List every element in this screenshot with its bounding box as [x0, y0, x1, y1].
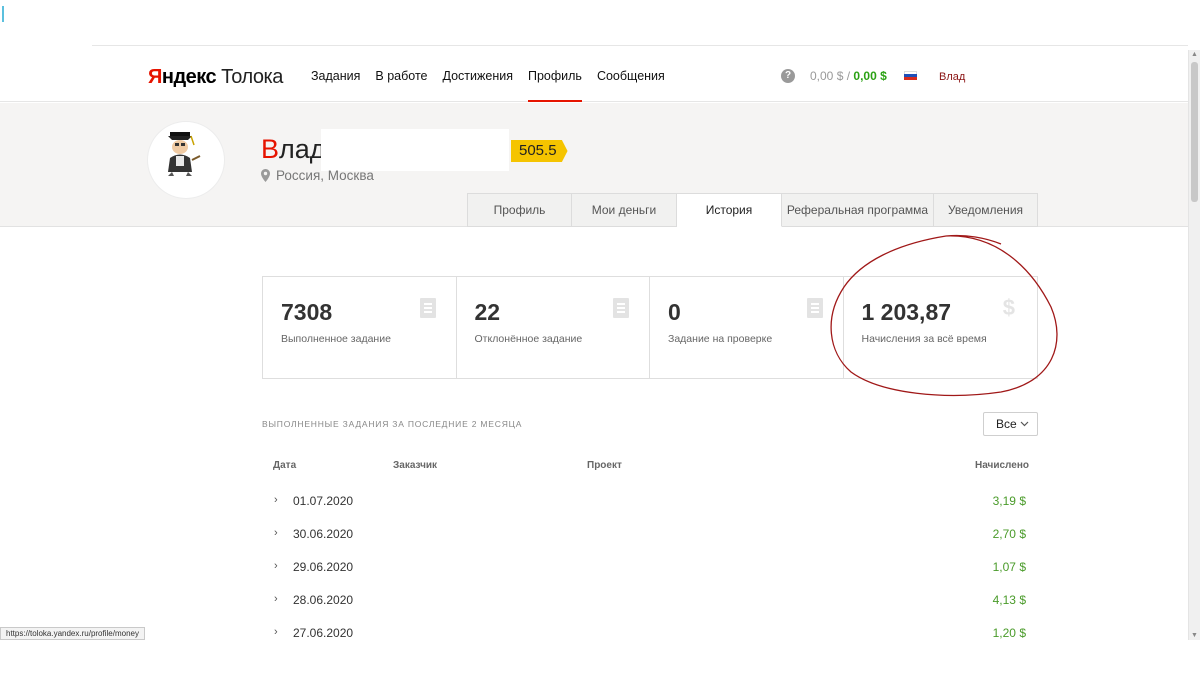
yandex-toloka-logo[interactable]: Яндекс Толока	[148, 66, 283, 89]
browser-top-area	[0, 0, 1200, 50]
column-header-earned: Начислено	[975, 460, 1029, 471]
stats-panel: 7308 Выполненное задание 22 Отклонённое …	[262, 276, 1038, 379]
row-amount: 1,20 $	[992, 626, 1026, 640]
scrollbar-thumb[interactable]	[1191, 62, 1198, 202]
main-nav: Задания В работе Достижения Профиль Сооб…	[311, 50, 680, 102]
row-amount: 1,07 $	[992, 560, 1026, 574]
nav-achievements[interactable]: Достижения	[443, 50, 513, 102]
chevron-right-icon[interactable]: ›	[274, 593, 278, 605]
balance-available: 0,00 $	[853, 69, 887, 83]
row-date: 29.06.2020	[293, 560, 354, 574]
logo-letter: Я	[148, 66, 162, 88]
redaction-box	[321, 129, 509, 171]
russia-flag-icon[interactable]	[904, 71, 917, 80]
stat-value: 22	[474, 299, 501, 325]
profile-name-initial: В	[261, 134, 280, 164]
row-amount: 3,19 $	[992, 494, 1026, 508]
stat-label: Задание на проверке	[668, 333, 773, 345]
stat-total-earnings: 1 203,87 Начисления за всё время $	[844, 277, 1038, 378]
row-date: 30.06.2020	[293, 527, 354, 541]
table-row[interactable]: › 29.06.2020 1,07 $	[262, 549, 1038, 582]
balance-hold: 0,00 $	[810, 69, 844, 83]
tab-my-money[interactable]: Мои деньги	[572, 193, 677, 227]
logo-product: Толока	[221, 66, 283, 88]
nav-profile[interactable]: Профиль	[527, 50, 582, 102]
document-icon	[613, 298, 629, 318]
scroll-up-arrow-icon[interactable]: ▲	[1191, 51, 1198, 58]
question-circle-icon[interactable]: ?	[781, 69, 795, 83]
page-scrollbar[interactable]: ▲ ▼	[1188, 50, 1200, 640]
filter-value: Все	[996, 417, 1017, 431]
tab-profile[interactable]: Профиль	[467, 193, 572, 227]
browser-bottom-area	[0, 640, 1200, 675]
chevron-right-icon[interactable]: ›	[274, 527, 278, 539]
row-date: 28.06.2020	[293, 593, 354, 607]
chevron-right-icon[interactable]: ›	[274, 626, 278, 638]
header-username[interactable]: Влад	[939, 71, 965, 83]
rating-badge: 505.5	[511, 140, 568, 162]
period-filter-select[interactable]: Все	[983, 412, 1038, 436]
tab-history[interactable]: История	[677, 193, 782, 227]
chevron-right-icon[interactable]: ›	[274, 494, 278, 506]
location-text: Россия, Москва	[276, 168, 374, 183]
row-amount: 2,70 $	[992, 527, 1026, 541]
stat-label: Начисления за всё время	[861, 333, 987, 345]
document-icon	[419, 298, 436, 318]
stat-label: Отклонённое задание	[474, 333, 583, 345]
row-date: 01.07.2020	[293, 494, 354, 508]
divider	[92, 45, 1188, 46]
profile-name-rest: лад	[279, 134, 326, 164]
scroll-down-arrow-icon[interactable]: ▼	[1191, 632, 1198, 639]
stat-value: 7308	[281, 299, 333, 325]
scholar-avatar-icon	[168, 132, 201, 176]
stat-on-review: 0 Задание на проверке	[650, 277, 844, 378]
balance-separator: /	[843, 69, 854, 83]
logo-brand: ндекс	[161, 66, 217, 88]
status-bar-url: https://toloka.yandex.ru/profile/money	[0, 627, 145, 640]
stat-label: Выполненное задание	[281, 333, 391, 345]
column-header-client: Заказчик	[393, 460, 438, 471]
table-row[interactable]: › 01.07.2020 3,19 $	[262, 483, 1038, 516]
location-pin-icon	[261, 169, 270, 182]
profile-name: Влад	[261, 134, 326, 165]
stat-completed: 7308 Выполненное задание	[263, 277, 457, 378]
row-amount: 4,13 $	[992, 593, 1026, 607]
table-row[interactable]: › 30.06.2020 2,70 $	[262, 516, 1038, 549]
nav-in-progress[interactable]: В работе	[375, 50, 427, 102]
nav-messages[interactable]: Сообщения	[597, 50, 665, 102]
column-header-project: Проект	[587, 460, 622, 471]
tab-notifications[interactable]: Уведомления	[934, 193, 1038, 227]
stat-value: 0	[668, 299, 681, 325]
stat-value: 1 203,87	[861, 299, 952, 325]
site-header: Яндекс Толока Задания В работе Достижения…	[0, 50, 1188, 102]
column-header-date: Дата	[273, 460, 297, 471]
chevron-right-icon[interactable]: ›	[274, 560, 278, 572]
history-section-title: ВЫПОЛНЕННЫЕ ЗАДАНИЯ ЗА ПОСЛЕДНИЕ 2 МЕСЯЦ…	[262, 419, 523, 429]
tab-referral-program[interactable]: Реферальная программа	[782, 193, 934, 227]
text-cursor	[2, 6, 4, 22]
balance[interactable]: 0,00 $ / 0,00 $	[810, 69, 887, 83]
dollar-icon: $	[1002, 295, 1015, 320]
stat-rejected: 22 Отклонённое задание	[457, 277, 650, 378]
profile-location: Россия, Москва	[261, 168, 374, 183]
table-row[interactable]: › 28.06.2020 4,13 $	[262, 582, 1038, 615]
nav-tasks[interactable]: Задания	[311, 50, 360, 102]
row-date: 27.06.2020	[293, 626, 354, 640]
profile-tabs: Профиль Мои деньги История Реферальная п…	[467, 193, 1038, 227]
avatar[interactable]	[148, 122, 224, 198]
document-icon	[806, 298, 823, 318]
chevron-down-icon	[1020, 421, 1029, 427]
